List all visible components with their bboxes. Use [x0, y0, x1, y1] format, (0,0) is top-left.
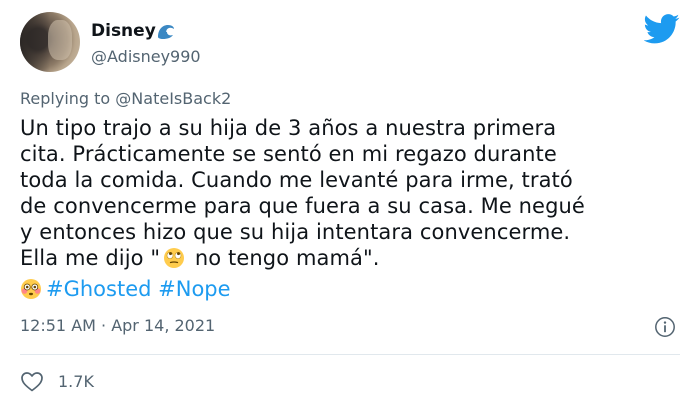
- tweet-line: cita. Prácticamente se sentó en mi regaz…: [20, 142, 557, 166]
- avatar[interactable]: [20, 12, 80, 72]
- heart-icon: [21, 372, 43, 392]
- author-display-name[interactable]: Disney: [91, 21, 156, 41]
- tweet-line: y entonces hizo que su hija intentara co…: [20, 220, 571, 244]
- tweet-body: Un tipo trajo a su hija de 3 años a nues…: [20, 115, 680, 271]
- hashtag-link[interactable]: #Ghosted: [46, 277, 151, 301]
- flushed-face-icon: [21, 279, 41, 299]
- author-handle[interactable]: @Adisney990: [91, 47, 201, 66]
- reply-mention-link[interactable]: @NateIsBack2: [115, 89, 231, 108]
- tweet-line-text: Ella me dijo ": [20, 246, 161, 270]
- tweet-line: Ella me dijo " no tengo mamá".: [20, 245, 680, 271]
- water-wave-icon: [158, 25, 174, 39]
- tweet-line: Un tipo trajo a su hija de 3 años a nues…: [20, 116, 557, 140]
- avatar-shade: [20, 12, 50, 72]
- face-with-rolling-eyes-icon: [164, 248, 185, 268]
- reply-prefix: Replying to: [20, 89, 116, 108]
- reply-context: Replying to @NateIsBack2: [20, 89, 231, 108]
- info-icon[interactable]: [654, 316, 676, 338]
- divider: [20, 354, 680, 355]
- twitter-bird-icon[interactable]: [644, 14, 680, 44]
- tweet-line: de convencerme para que fuera a su casa.…: [20, 194, 585, 218]
- hashtag-line: #Ghosted #Nope: [20, 276, 231, 302]
- tweet-card: Disney @Adisney990 Replying to @NateIsBa…: [0, 0, 700, 405]
- avatar-highlight: [48, 20, 72, 60]
- tweet-line-text: no tengo mamá".: [188, 246, 380, 270]
- tweet-timestamp[interactable]: 12:51 AM · Apr 14, 2021: [20, 316, 215, 335]
- like-count: 1.7K: [58, 371, 94, 391]
- hashtag-link[interactable]: #Nope: [158, 277, 230, 301]
- like-button[interactable]: 1.7K: [20, 368, 94, 394]
- tweet-line: toda la comida. Cuando me levanté para i…: [20, 168, 573, 192]
